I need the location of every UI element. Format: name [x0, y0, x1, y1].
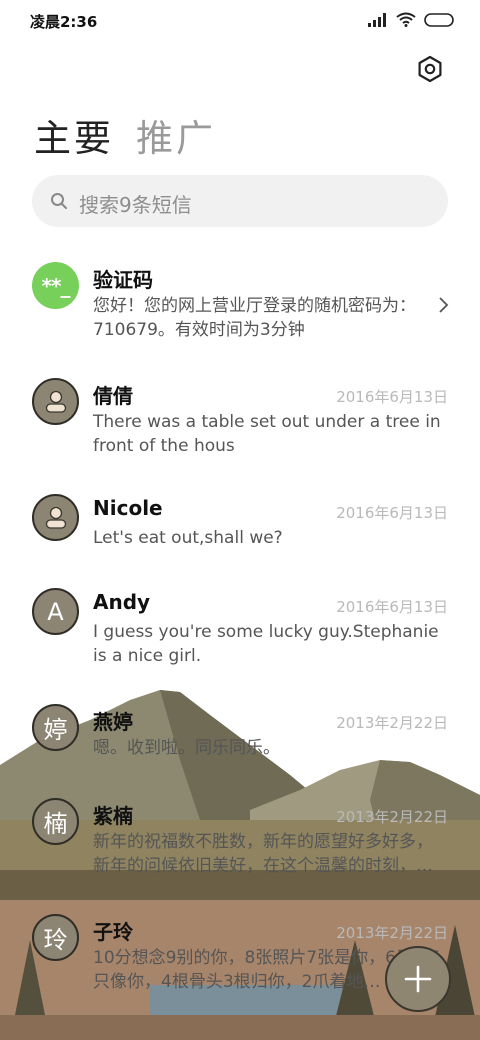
- conversation-item[interactable]: **_ 验证码 您好！您的网上营业厅登录的随机密码为：710679。有效时间为3…: [0, 240, 480, 356]
- conversation-item[interactable]: A Andy 2016年6月13日 I guess you're some lu…: [0, 566, 480, 682]
- conversation-name: 子玲: [93, 920, 133, 944]
- foreground-grass: [0, 1015, 480, 1040]
- conversation-item[interactable]: 倩倩 2016年6月13日 There was a table set out …: [0, 356, 480, 472]
- conversation-date: 2013年2月22日: [336, 808, 448, 826]
- conversation-preview: Let's eat out,shall we?: [93, 528, 283, 548]
- avatar: 玲: [32, 914, 79, 961]
- conversation-date: 2016年6月13日: [336, 504, 448, 522]
- conversation-name: 倩倩: [93, 384, 133, 408]
- conversation-preview: 您好！您的网上营业厅登录的随机密码为：710679。有效时间为3分钟: [93, 296, 416, 340]
- conversation-date: 2013年2月22日: [336, 924, 448, 942]
- avatar-text: A: [47, 597, 64, 626]
- avatar: [32, 378, 79, 425]
- avatar: [32, 494, 79, 541]
- tab-primary[interactable]: 主要: [34, 108, 114, 162]
- conversation-date: 2016年6月13日: [336, 388, 448, 406]
- conversation-name: Nicole: [93, 496, 163, 520]
- conversation-preview: I guess you're some lucky guy.Stephanie …: [93, 622, 439, 666]
- search-placeholder: 搜索9条短信: [79, 193, 192, 217]
- status-time: 凌晨2:36: [30, 13, 98, 31]
- compose-button[interactable]: [385, 946, 451, 1012]
- avatar: A: [32, 588, 79, 635]
- conversation-name: 燕婷: [93, 710, 133, 734]
- conversation-item[interactable]: 楠 紫楠 2013年2月22日 新年的祝福数不胜数，新年的愿望好多好多，新年的问…: [0, 776, 480, 892]
- settings-icon[interactable]: [416, 55, 444, 83]
- conversation-date: 2013年2月22日: [336, 714, 448, 732]
- conversation-preview: There was a table set out under a tree i…: [93, 412, 441, 456]
- signal-icon: [368, 12, 386, 27]
- conversation-item[interactable]: 婷 燕婷 2013年2月22日 嗯。收到啦。同乐同乐。: [0, 682, 480, 776]
- person-icon: [45, 390, 66, 413]
- conversation-name: 验证码: [93, 268, 153, 292]
- conversation-name: 紫楠: [93, 804, 133, 828]
- status-bar: 凌晨2:36: [0, 0, 480, 42]
- search-bar[interactable]: 搜索9条短信: [32, 175, 448, 227]
- avatar-text: 婷: [43, 716, 68, 744]
- conversation-date: 2016年6月13日: [336, 598, 448, 616]
- avatar: **_: [32, 262, 79, 309]
- avatar-text: 楠: [43, 810, 68, 838]
- chevron-right-icon: [439, 297, 449, 313]
- conversation-item[interactable]: Nicole 2016年6月13日 Let's eat out,shall we…: [0, 472, 480, 566]
- person-icon: [45, 506, 66, 529]
- avatar: 楠: [32, 798, 79, 845]
- conversation-preview: 新年的祝福数不胜数，新年的愿望好多好多，新年的问候依旧美好，在这个温馨的时刻，…: [93, 832, 433, 876]
- avatar-text: **_: [41, 273, 71, 298]
- tab-promotions[interactable]: 推广: [136, 108, 216, 162]
- conversation-name: Andy: [93, 590, 151, 614]
- search-icon: [51, 193, 67, 209]
- battery-icon: [424, 12, 454, 27]
- avatar-text: 玲: [43, 926, 68, 954]
- plus-icon: [404, 965, 432, 993]
- conversation-preview: 嗯。收到啦。同乐同乐。: [93, 738, 280, 758]
- wifi-icon: [396, 12, 416, 27]
- category-tabs: 主要 推广: [34, 108, 216, 162]
- status-icons: [368, 12, 454, 27]
- avatar: 婷: [32, 704, 79, 751]
